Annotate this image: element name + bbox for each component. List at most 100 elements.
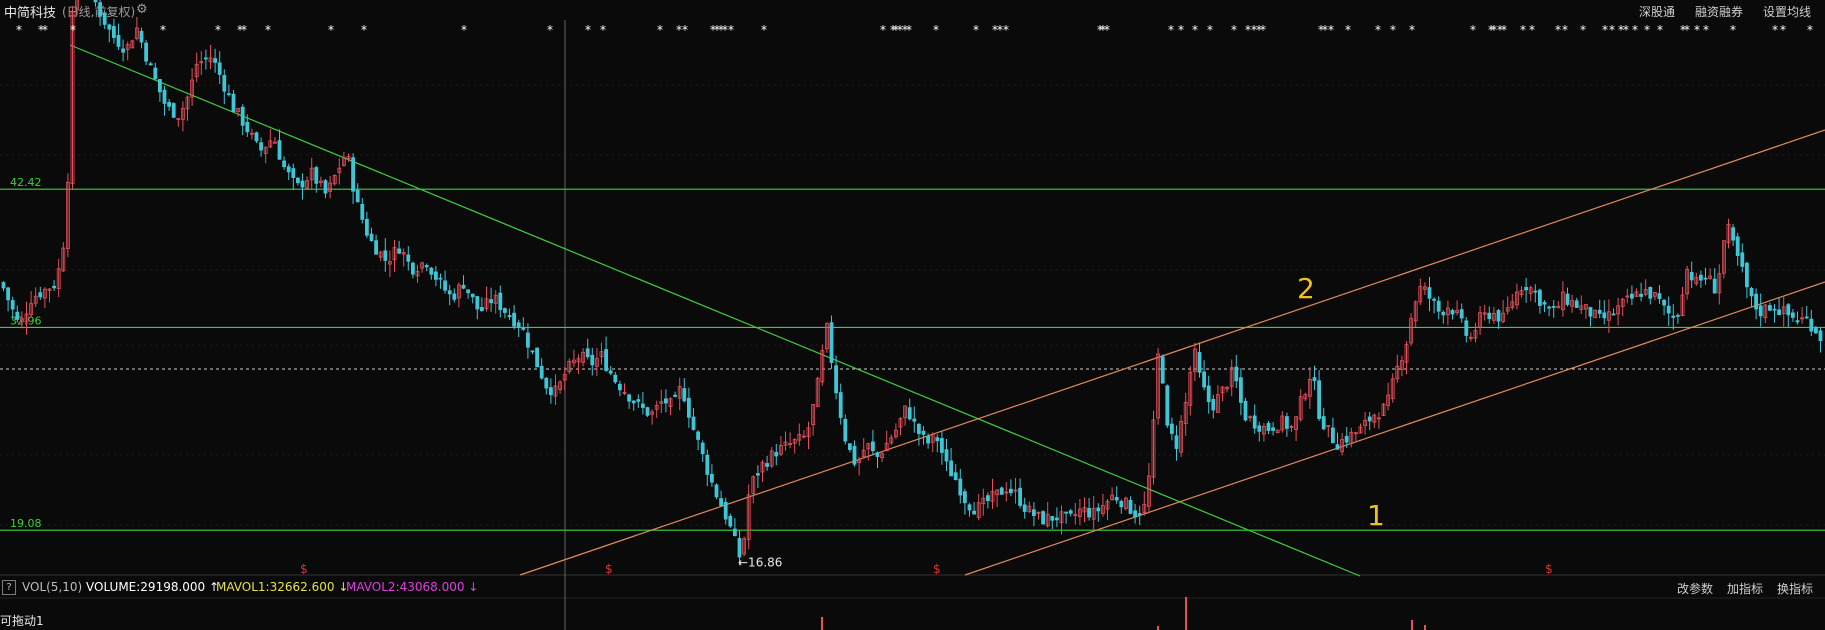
candle-body — [673, 394, 677, 397]
event-star-icon: * — [1529, 23, 1535, 37]
candle-body — [1114, 496, 1119, 501]
candle-body — [1133, 510, 1137, 518]
event-star-icon: * — [1207, 23, 1213, 37]
candle-body — [148, 63, 153, 66]
event-star-icon: * — [1602, 23, 1608, 37]
candle-body — [972, 510, 976, 515]
candle-body — [355, 189, 360, 203]
candle-body — [1459, 309, 1464, 319]
event-star-icon: * — [880, 23, 886, 37]
candle-body — [1745, 262, 1749, 288]
candle-body — [549, 387, 553, 396]
candle-body — [383, 250, 388, 261]
event-star-icon: * — [1632, 23, 1638, 37]
candle-body — [512, 312, 516, 327]
event-star-icon: * — [657, 23, 663, 37]
event-star-icon: * — [1470, 23, 1476, 37]
drag-hint: 可拖动1 — [0, 614, 44, 628]
candle-body — [162, 89, 167, 104]
candle-body — [1068, 510, 1073, 514]
add-indicator-button[interactable]: 加指标 — [1727, 580, 1763, 597]
event-star-icon: * — [1694, 23, 1700, 37]
candlestick-chart[interactable]: 42.4232.9619.0821←57.91←16.86***********… — [0, 0, 1825, 630]
candle-body — [907, 407, 912, 420]
candle-body — [121, 48, 125, 53]
candle-body — [314, 167, 319, 184]
candle-body — [585, 348, 590, 358]
candle-body — [1639, 293, 1643, 297]
event-star-icon: * — [1231, 23, 1237, 37]
candle-body — [1119, 500, 1124, 508]
candle-body — [521, 327, 526, 330]
candle-body — [1367, 416, 1372, 422]
candle-body — [153, 67, 158, 80]
candle-body — [369, 233, 374, 242]
candle-body — [254, 132, 259, 142]
event-star-icon: * — [461, 23, 467, 37]
candle-body — [167, 102, 172, 107]
candle-body — [1266, 422, 1271, 431]
candle-body — [116, 34, 121, 47]
candle-body — [1257, 425, 1262, 432]
indicator-tools: 改参数 加指标 换指标 — [1677, 580, 1813, 597]
event-star-icon: * — [361, 23, 367, 37]
candle-body — [300, 180, 305, 188]
candle-body — [466, 289, 471, 294]
candle-body — [282, 160, 287, 168]
candle-body — [102, 12, 107, 25]
candle-body — [1809, 318, 1814, 332]
help-icon[interactable]: ? — [2, 580, 16, 595]
candle-body — [618, 383, 622, 391]
candle-body — [953, 472, 958, 480]
candle-body — [1160, 356, 1165, 384]
candle-body — [664, 398, 668, 404]
candle-body — [1050, 516, 1055, 521]
volume-indicator-name[interactable]: VOL(5,10) — [22, 580, 82, 594]
candle-body — [1165, 385, 1170, 426]
candle-body — [539, 365, 544, 379]
candle-body — [98, 2, 102, 17]
event-dollar-icon: $ — [933, 562, 941, 576]
candle-body — [1197, 352, 1202, 373]
event-star-icon: * — [1328, 23, 1334, 37]
candle-body — [203, 57, 208, 60]
candle-body — [1648, 286, 1653, 299]
event-star-icon: * — [1562, 23, 1568, 37]
event-star-icon: * — [585, 23, 591, 37]
event-star-icon: * — [1703, 23, 1709, 37]
candle-body — [963, 491, 967, 504]
event-star-icon: * — [933, 23, 939, 37]
candle-body — [1170, 423, 1174, 434]
candle-body — [1441, 311, 1446, 316]
candle-body — [921, 430, 926, 435]
event-star-icon: * — [1409, 23, 1415, 37]
candle-body — [1487, 312, 1492, 320]
candle-body — [608, 370, 613, 374]
candle-body — [999, 487, 1004, 495]
candle-body — [1676, 314, 1680, 317]
event-star-icon: * — [906, 23, 912, 37]
candle-body — [1436, 300, 1441, 312]
edit-params-button[interactable]: 改参数 — [1677, 580, 1713, 597]
event-star-icon: * — [1178, 23, 1184, 37]
candle-body — [1055, 517, 1059, 521]
switch-indicator-button[interactable]: 换指标 — [1777, 580, 1813, 597]
candle-body — [636, 399, 641, 402]
candle-body — [944, 449, 949, 462]
event-star-icon: * — [160, 23, 166, 37]
level-label: 32.96 — [10, 314, 42, 327]
candle-body — [1234, 366, 1239, 382]
candle-body — [1666, 305, 1671, 314]
candle-body — [1611, 313, 1616, 316]
candle-body — [502, 308, 507, 313]
candle-body — [700, 442, 705, 455]
event-dollar-icon: $ — [1545, 562, 1553, 576]
candle-body — [917, 423, 921, 434]
candle-body — [631, 400, 636, 404]
candle-body — [834, 365, 838, 394]
event-star-icon: * — [265, 23, 271, 37]
candle-body — [737, 538, 742, 558]
event-star-icon: * — [42, 23, 48, 37]
candle-body — [848, 443, 852, 450]
candle-body — [912, 418, 917, 422]
